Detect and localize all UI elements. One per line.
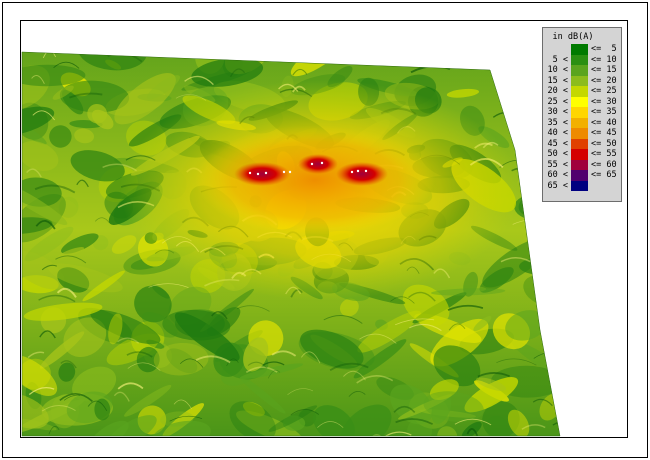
legend-high-label: <= 45	[591, 128, 617, 138]
legend-low-label: 5 <	[552, 54, 568, 65]
legend-row: 30 < <= 35	[543, 107, 623, 118]
legend-low-label: 35 <	[547, 117, 568, 128]
terrain-patch	[499, 52, 532, 71]
legend-swatch	[571, 75, 588, 86]
legend-low-label: 65 <	[547, 180, 568, 191]
legend-high-label: <= 40	[591, 117, 617, 128]
terrain-ridge	[325, 47, 363, 51]
terrain-patch	[541, 215, 560, 246]
legend-swatch	[571, 117, 588, 128]
legend-low-label: 50 <	[547, 149, 568, 159]
legend-high-label: <= 65	[591, 170, 617, 180]
legend-high-label: <= 60	[591, 159, 617, 170]
legend-swatch	[571, 65, 588, 76]
legend-low-label: 15 <	[547, 75, 568, 86]
terrain-patch	[490, 52, 538, 63]
legend-low-label: 60 <	[547, 170, 568, 180]
legend-high-label: <= 15	[591, 65, 617, 75]
legend-title: in dB(A)	[552, 32, 594, 42]
legend-row: <= 5	[543, 44, 623, 55]
legend-swatch	[571, 96, 588, 107]
legend-row: 20 < <= 25	[543, 86, 623, 97]
legend-swatch	[571, 138, 588, 149]
legend-row: 15 < <= 20	[543, 75, 623, 86]
legend-row: 60 < <= 65	[543, 170, 623, 181]
legend-row: 55 < <= 60	[543, 159, 623, 170]
legend-row: 35 < <= 40	[543, 117, 623, 128]
legend-row: 45 < <= 50	[543, 138, 623, 149]
terrain-ridge	[518, 95, 541, 104]
legend-swatch	[571, 44, 588, 55]
legend-high-label: <= 5	[591, 44, 617, 54]
legend-low-label: 20 <	[547, 86, 568, 96]
legend-swatch	[571, 149, 588, 160]
legend-row: 25 < <= 30	[543, 96, 623, 107]
terrain-ridge	[543, 338, 560, 346]
legend-swatch	[571, 128, 588, 139]
legend-low-label: 10 <	[547, 65, 568, 75]
legend-high-label: <= 35	[591, 107, 617, 117]
legend-high-label: <= 30	[591, 96, 617, 107]
legend-high-label: <= 20	[591, 75, 617, 86]
noise-legend: in dB(A) <= 55 < <= 10 10 < <= 15 15 < <= 20 2…	[542, 27, 622, 202]
legend-swatch	[571, 54, 588, 65]
legend-low-label: 40 <	[547, 128, 568, 138]
legend-low-label: 25 <	[547, 96, 568, 107]
legend-swatch	[571, 180, 588, 191]
legend-swatch	[571, 159, 588, 170]
legend-swatch	[571, 107, 588, 118]
legend-swatch	[571, 170, 588, 181]
legend-high-label: <= 25	[591, 86, 617, 96]
legend-low-label: 55 <	[547, 159, 568, 170]
legend-row: 5 < <= 10	[543, 54, 623, 65]
legend-row: 65 <	[543, 180, 623, 191]
legend-high-label: <= 50	[591, 138, 617, 149]
legend-row: 10 < <= 15	[543, 65, 623, 76]
legend-high-label: <= 10	[591, 54, 617, 65]
terrain-ridge	[532, 240, 556, 248]
legend-row: 50 < <= 55	[543, 149, 623, 160]
legend-high-label: <= 55	[591, 149, 617, 159]
legend-low-label: 45 <	[547, 138, 568, 149]
legend-low-label: 30 <	[547, 107, 568, 117]
terrain-ridge	[553, 206, 560, 214]
legend-row: 40 < <= 45	[543, 128, 623, 139]
legend-swatch	[571, 86, 588, 97]
